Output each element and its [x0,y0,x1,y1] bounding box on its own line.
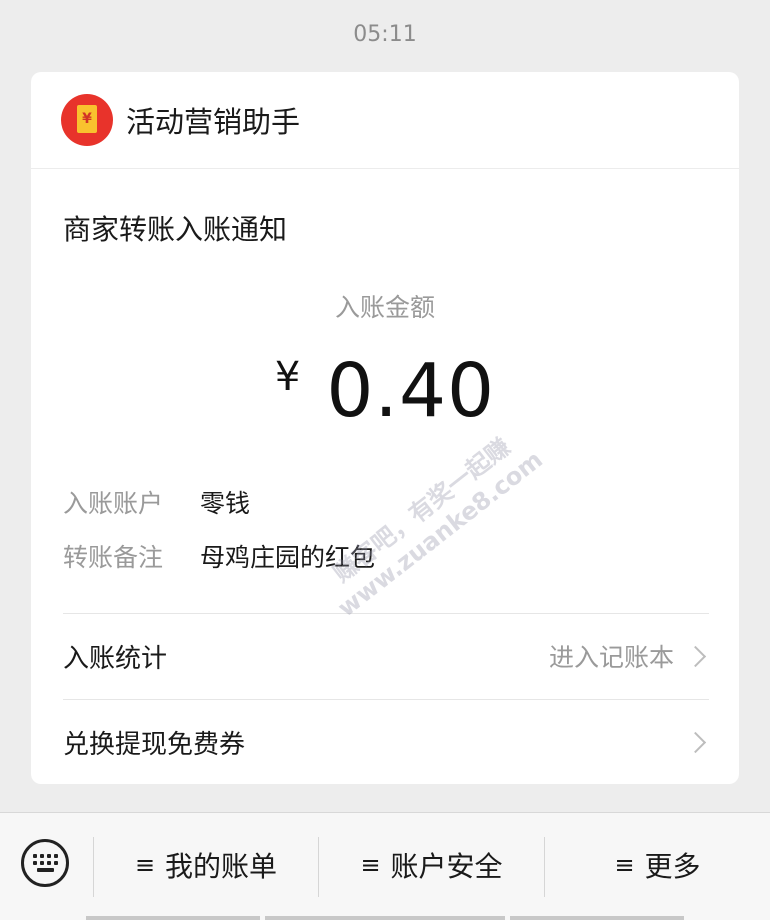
menu-account-security[interactable]: ≡ 账户安全 [319,835,544,895]
row-action: 进入记账本 [549,638,709,674]
keyboard-icon[interactable] [21,839,69,887]
yuan-icon: ¥ [77,105,97,133]
menu-label: 我的账单 [165,850,278,883]
chevron-right-icon [684,645,707,667]
voucher-row[interactable]: 兑换提现免费券 [63,700,709,784]
income-stats-row[interactable]: 入账统计 进入记账本 [63,614,709,698]
detail-row-account: 入账账户 零钱 [63,484,250,520]
message-timestamp: 05:11 [353,22,417,47]
service-name: 活动营销助手 [126,105,301,139]
service-header[interactable]: ¥ 活动营销助手 [31,72,739,169]
currency-symbol: ¥ [274,354,301,400]
amount-value: 0.40 [326,348,496,434]
watermark-line: www.zuanke8.com [332,445,548,623]
tab-underline [510,916,684,920]
watermark-line: 赚客吧，有奖一起赚 [328,432,516,588]
menu-more[interactable]: ≡ 更多 [545,835,770,895]
menu-icon: ≡ [134,851,156,879]
row-label: 兑换提现免费券 [63,729,246,760]
notification-card: ¥ 活动营销助手 商家转账入账通知 入账金额 ¥0.40 入账账户 零钱 转账备… [31,72,739,784]
row-action [674,731,709,753]
row-action-text: 进入记账本 [548,643,674,672]
watermark: 赚客吧，有奖一起赚 www.zuanke8.com [294,406,567,638]
detail-row-remark: 转账备注 母鸡庄园的红包 [63,538,375,574]
menu-icon: ≡ [614,851,635,879]
chevron-right-icon [684,731,707,753]
tab-underline [265,916,505,920]
detail-value: 零钱 [200,489,251,518]
menu-label: 账户安全 [390,850,503,883]
detail-key: 转账备注 [63,543,164,572]
amount-display: ¥0.40 [31,348,739,434]
detail-value: 母鸡庄园的红包 [200,543,376,572]
detail-key: 入账账户 [63,489,164,518]
notice-title: 商家转账入账通知 [63,213,288,246]
tab-underline [86,916,260,920]
menu-icon: ≡ [360,851,381,879]
red-envelope-logo-icon: ¥ [61,94,113,146]
bottom-menu-bar: ≡ 我的账单 ≡ 账户安全 ≡ 更多 [0,812,770,920]
row-label: 入账统计 [63,643,168,674]
amount-label: 入账金额 [334,293,435,322]
menu-label: 更多 [644,850,701,883]
menu-my-bills[interactable]: ≡ 我的账单 [94,835,318,895]
